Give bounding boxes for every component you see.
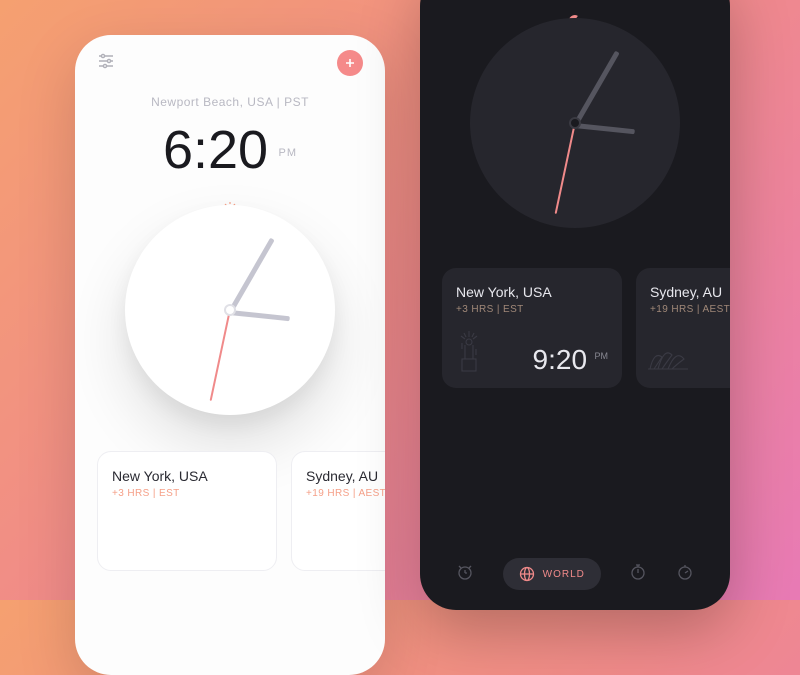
timer-tab[interactable]: [676, 563, 694, 586]
card-time-row: 9:20 PM: [533, 344, 608, 376]
card-city: New York, USA: [112, 468, 262, 484]
card-city: Sydney, AU: [650, 284, 730, 300]
card-offset: +3 HRS | EST: [456, 304, 608, 315]
clock-center: [226, 306, 234, 314]
city-card[interactable]: Sydney, AU +19 HRS | AEST: [291, 451, 385, 571]
alarm-tab[interactable]: [456, 563, 474, 586]
main-time: 6:20 PM: [75, 119, 385, 181]
add-button[interactable]: [337, 50, 363, 76]
city-card[interactable]: Sydney, AU +19 HRS | AEST 1: [636, 268, 730, 388]
card-time: 9:20: [533, 344, 588, 375]
topbar: [75, 35, 385, 91]
location-label: Newport Beach, USA | PST: [75, 95, 385, 109]
city-cards-row: New York, USA +3 HRS | EST Sydney, AU +1…: [75, 451, 385, 571]
minute-hand: [573, 51, 620, 127]
phone-dark: New York, USA +3 HRS | EST 9:20 PM Sydn: [420, 0, 730, 610]
card-offset: +19 HRS | AEST: [306, 488, 385, 499]
world-tab[interactable]: WORLD: [503, 558, 601, 590]
opera-house-icon: [648, 341, 688, 378]
minute-hand: [228, 238, 275, 314]
clock-face: [470, 18, 680, 228]
bottom-nav: WORLD: [420, 558, 730, 590]
card-city: Sydney, AU: [306, 468, 385, 484]
card-offset: +3 HRS | EST: [112, 488, 262, 499]
clock-center: [571, 119, 579, 127]
second-hand: [555, 124, 576, 214]
phone-light: Newport Beach, USA | PST 6:20 PM New Yor…: [75, 35, 385, 675]
card-offset: +19 HRS | AEST: [650, 304, 730, 315]
time-ampm: PM: [279, 147, 298, 159]
second-hand: [210, 311, 231, 401]
nav-active-label: WORLD: [543, 569, 585, 580]
city-card[interactable]: New York, USA +3 HRS | EST 9:20 PM: [442, 268, 622, 388]
settings-icon[interactable]: [97, 52, 115, 75]
clock-face: [125, 205, 335, 415]
analog-clock: [125, 205, 335, 415]
city-card[interactable]: New York, USA +3 HRS | EST: [97, 451, 277, 571]
hour-hand: [230, 310, 290, 321]
card-city: New York, USA: [456, 284, 608, 300]
hour-hand: [575, 123, 635, 134]
analog-clock: [470, 18, 680, 228]
city-cards-row: New York, USA +3 HRS | EST 9:20 PM Sydn: [420, 268, 730, 388]
statue-of-liberty-icon: [454, 329, 484, 378]
stopwatch-tab[interactable]: [629, 563, 647, 586]
card-ampm: PM: [595, 351, 609, 361]
time-value: 6:20: [163, 119, 268, 181]
